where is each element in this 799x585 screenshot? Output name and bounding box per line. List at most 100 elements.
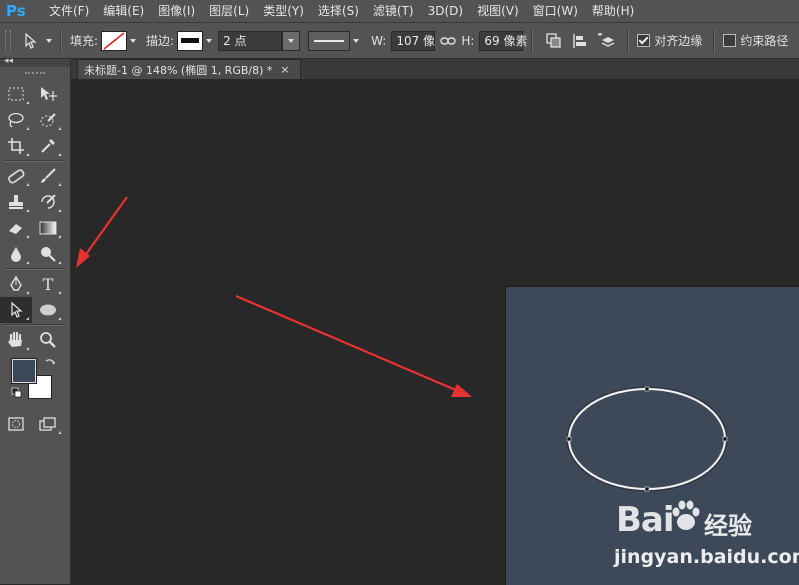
hand-icon bbox=[8, 331, 22, 347]
anchor-point[interactable] bbox=[566, 436, 572, 442]
stroke-width-dropdown[interactable] bbox=[282, 30, 301, 51]
blur-tool[interactable] bbox=[0, 241, 32, 267]
divider bbox=[531, 28, 534, 53]
document-tab[interactable]: 未标题-1 @ 148% (椭圆 1, RGB/8) * × bbox=[77, 59, 301, 79]
collapse-icon[interactable]: ◂◂ bbox=[4, 56, 13, 66]
menu-image[interactable]: 图像(I) bbox=[151, 0, 202, 22]
chevron-down-icon[interactable] bbox=[46, 38, 52, 43]
menu-filter[interactable]: 滤镜(T) bbox=[366, 0, 421, 22]
menu-help[interactable]: 帮助(H) bbox=[585, 0, 641, 22]
swap-colors-icon[interactable] bbox=[44, 357, 56, 369]
direct-selection-icon bbox=[11, 301, 23, 318]
lasso-tool[interactable] bbox=[0, 107, 32, 133]
tool-preset-picker[interactable] bbox=[19, 30, 41, 52]
spot-healing-brush-tool[interactable] bbox=[0, 163, 32, 189]
height-field[interactable]: 69 像素 bbox=[479, 30, 527, 51]
constrain-path-checkbox[interactable] bbox=[723, 34, 737, 47]
quick-mask-button[interactable] bbox=[0, 411, 32, 437]
link-dimensions-button[interactable] bbox=[437, 30, 459, 52]
stroke-swatch[interactable] bbox=[177, 30, 204, 51]
divider bbox=[627, 28, 630, 53]
water-drop-icon bbox=[11, 247, 21, 262]
stroke-width-field[interactable]: 2 点 bbox=[218, 30, 283, 51]
color-swatches bbox=[0, 357, 70, 409]
no-fill-icon bbox=[103, 31, 125, 50]
history-brush-icon bbox=[41, 194, 56, 209]
watermark-jingyan: 经验 bbox=[704, 512, 752, 540]
brush-tool[interactable] bbox=[32, 163, 64, 189]
height-label: H: bbox=[461, 33, 475, 48]
zoom-icon bbox=[40, 332, 56, 348]
dodge-tool[interactable] bbox=[32, 241, 64, 267]
menu-3d[interactable]: 3D(D) bbox=[421, 0, 470, 22]
crop-tool[interactable] bbox=[0, 133, 32, 159]
toolbox: ◂◂ T bbox=[0, 56, 71, 584]
menu-window[interactable]: 窗口(W) bbox=[526, 0, 585, 22]
menu-layer[interactable]: 图层(L) bbox=[202, 0, 256, 22]
toolbox-header[interactable]: ◂◂ bbox=[0, 56, 70, 67]
screen-mode-button[interactable] bbox=[32, 411, 64, 437]
anchor-point[interactable] bbox=[722, 436, 728, 442]
options-bar-grip[interactable] bbox=[5, 29, 11, 52]
stroke-style-picker[interactable] bbox=[308, 30, 351, 51]
foreground-color[interactable] bbox=[12, 359, 36, 383]
menu-select[interactable]: 选择(S) bbox=[311, 0, 366, 22]
clone-stamp-tool[interactable] bbox=[0, 189, 32, 215]
anchor-point[interactable] bbox=[644, 386, 650, 392]
chevron-down-icon[interactable] bbox=[353, 38, 360, 43]
divider bbox=[4, 268, 66, 270]
pen-tool[interactable] bbox=[0, 271, 32, 297]
svg-text:T: T bbox=[43, 275, 54, 294]
ellipse-tool[interactable] bbox=[32, 297, 64, 323]
default-colors-icon[interactable] bbox=[11, 387, 23, 399]
menu-file[interactable]: 文件(F) bbox=[42, 0, 96, 22]
menu-view[interactable]: 视图(V) bbox=[470, 0, 526, 22]
eyedropper-tool[interactable] bbox=[32, 133, 64, 159]
move-tool[interactable] bbox=[32, 81, 64, 107]
watermark-logo: Bai bbox=[616, 500, 675, 540]
path-operations-icon bbox=[546, 32, 562, 48]
chevron-down-icon[interactable] bbox=[206, 38, 213, 43]
brush-icon bbox=[41, 168, 56, 183]
gradient-tool[interactable] bbox=[32, 215, 64, 241]
close-icon[interactable]: × bbox=[280, 63, 289, 76]
lasso-icon bbox=[8, 112, 24, 128]
anchor-point[interactable] bbox=[644, 486, 650, 492]
fill-swatch[interactable] bbox=[101, 30, 128, 51]
link-icon bbox=[440, 36, 457, 45]
path-selection-tool[interactable] bbox=[0, 297, 32, 323]
pen-icon bbox=[10, 275, 22, 291]
menu-type[interactable]: 类型(Y) bbox=[256, 0, 311, 22]
stroke-color-icon bbox=[181, 37, 200, 43]
divider bbox=[713, 28, 716, 53]
paw-icon bbox=[672, 500, 700, 530]
toolbox-grip[interactable] bbox=[0, 69, 70, 77]
document-tab-title: 未标题-1 @ 148% (椭圆 1, RGB/8) * bbox=[84, 63, 273, 77]
eyedropper-icon bbox=[41, 139, 55, 153]
options-bar: 填充: 描边: 2 点 W: 107 像 H: 69 像素 对齐边缘 约束路径 bbox=[0, 23, 799, 59]
eraser-tool[interactable] bbox=[0, 215, 32, 241]
path-operations-button[interactable] bbox=[543, 30, 565, 52]
rectangular-marquee-tool[interactable] bbox=[0, 81, 32, 107]
menu-edit[interactable]: 编辑(E) bbox=[96, 0, 151, 22]
quick-selection-tool[interactable] bbox=[32, 107, 64, 133]
healing-bandage-icon bbox=[8, 169, 25, 184]
path-arrangement-button[interactable] bbox=[595, 30, 617, 52]
type-tool[interactable]: T bbox=[32, 271, 64, 297]
fill-label: 填充: bbox=[70, 34, 99, 48]
divider bbox=[60, 28, 62, 53]
chevron-down-icon bbox=[288, 38, 295, 43]
history-brush-tool[interactable] bbox=[32, 189, 64, 215]
zoom-tool[interactable] bbox=[32, 327, 64, 353]
crop-icon bbox=[8, 138, 24, 154]
width-field[interactable]: 107 像 bbox=[391, 30, 436, 51]
solid-line-icon bbox=[314, 39, 345, 42]
dodge-icon bbox=[41, 247, 56, 262]
type-icon: T bbox=[43, 275, 54, 294]
chevron-down-icon[interactable] bbox=[130, 38, 137, 43]
align-edges-checkbox[interactable] bbox=[637, 34, 651, 47]
constrain-path-label: 约束路径 bbox=[740, 34, 789, 48]
hand-tool[interactable] bbox=[0, 327, 32, 353]
path-alignment-button[interactable] bbox=[569, 30, 591, 52]
quick-mask-icon bbox=[8, 417, 24, 431]
